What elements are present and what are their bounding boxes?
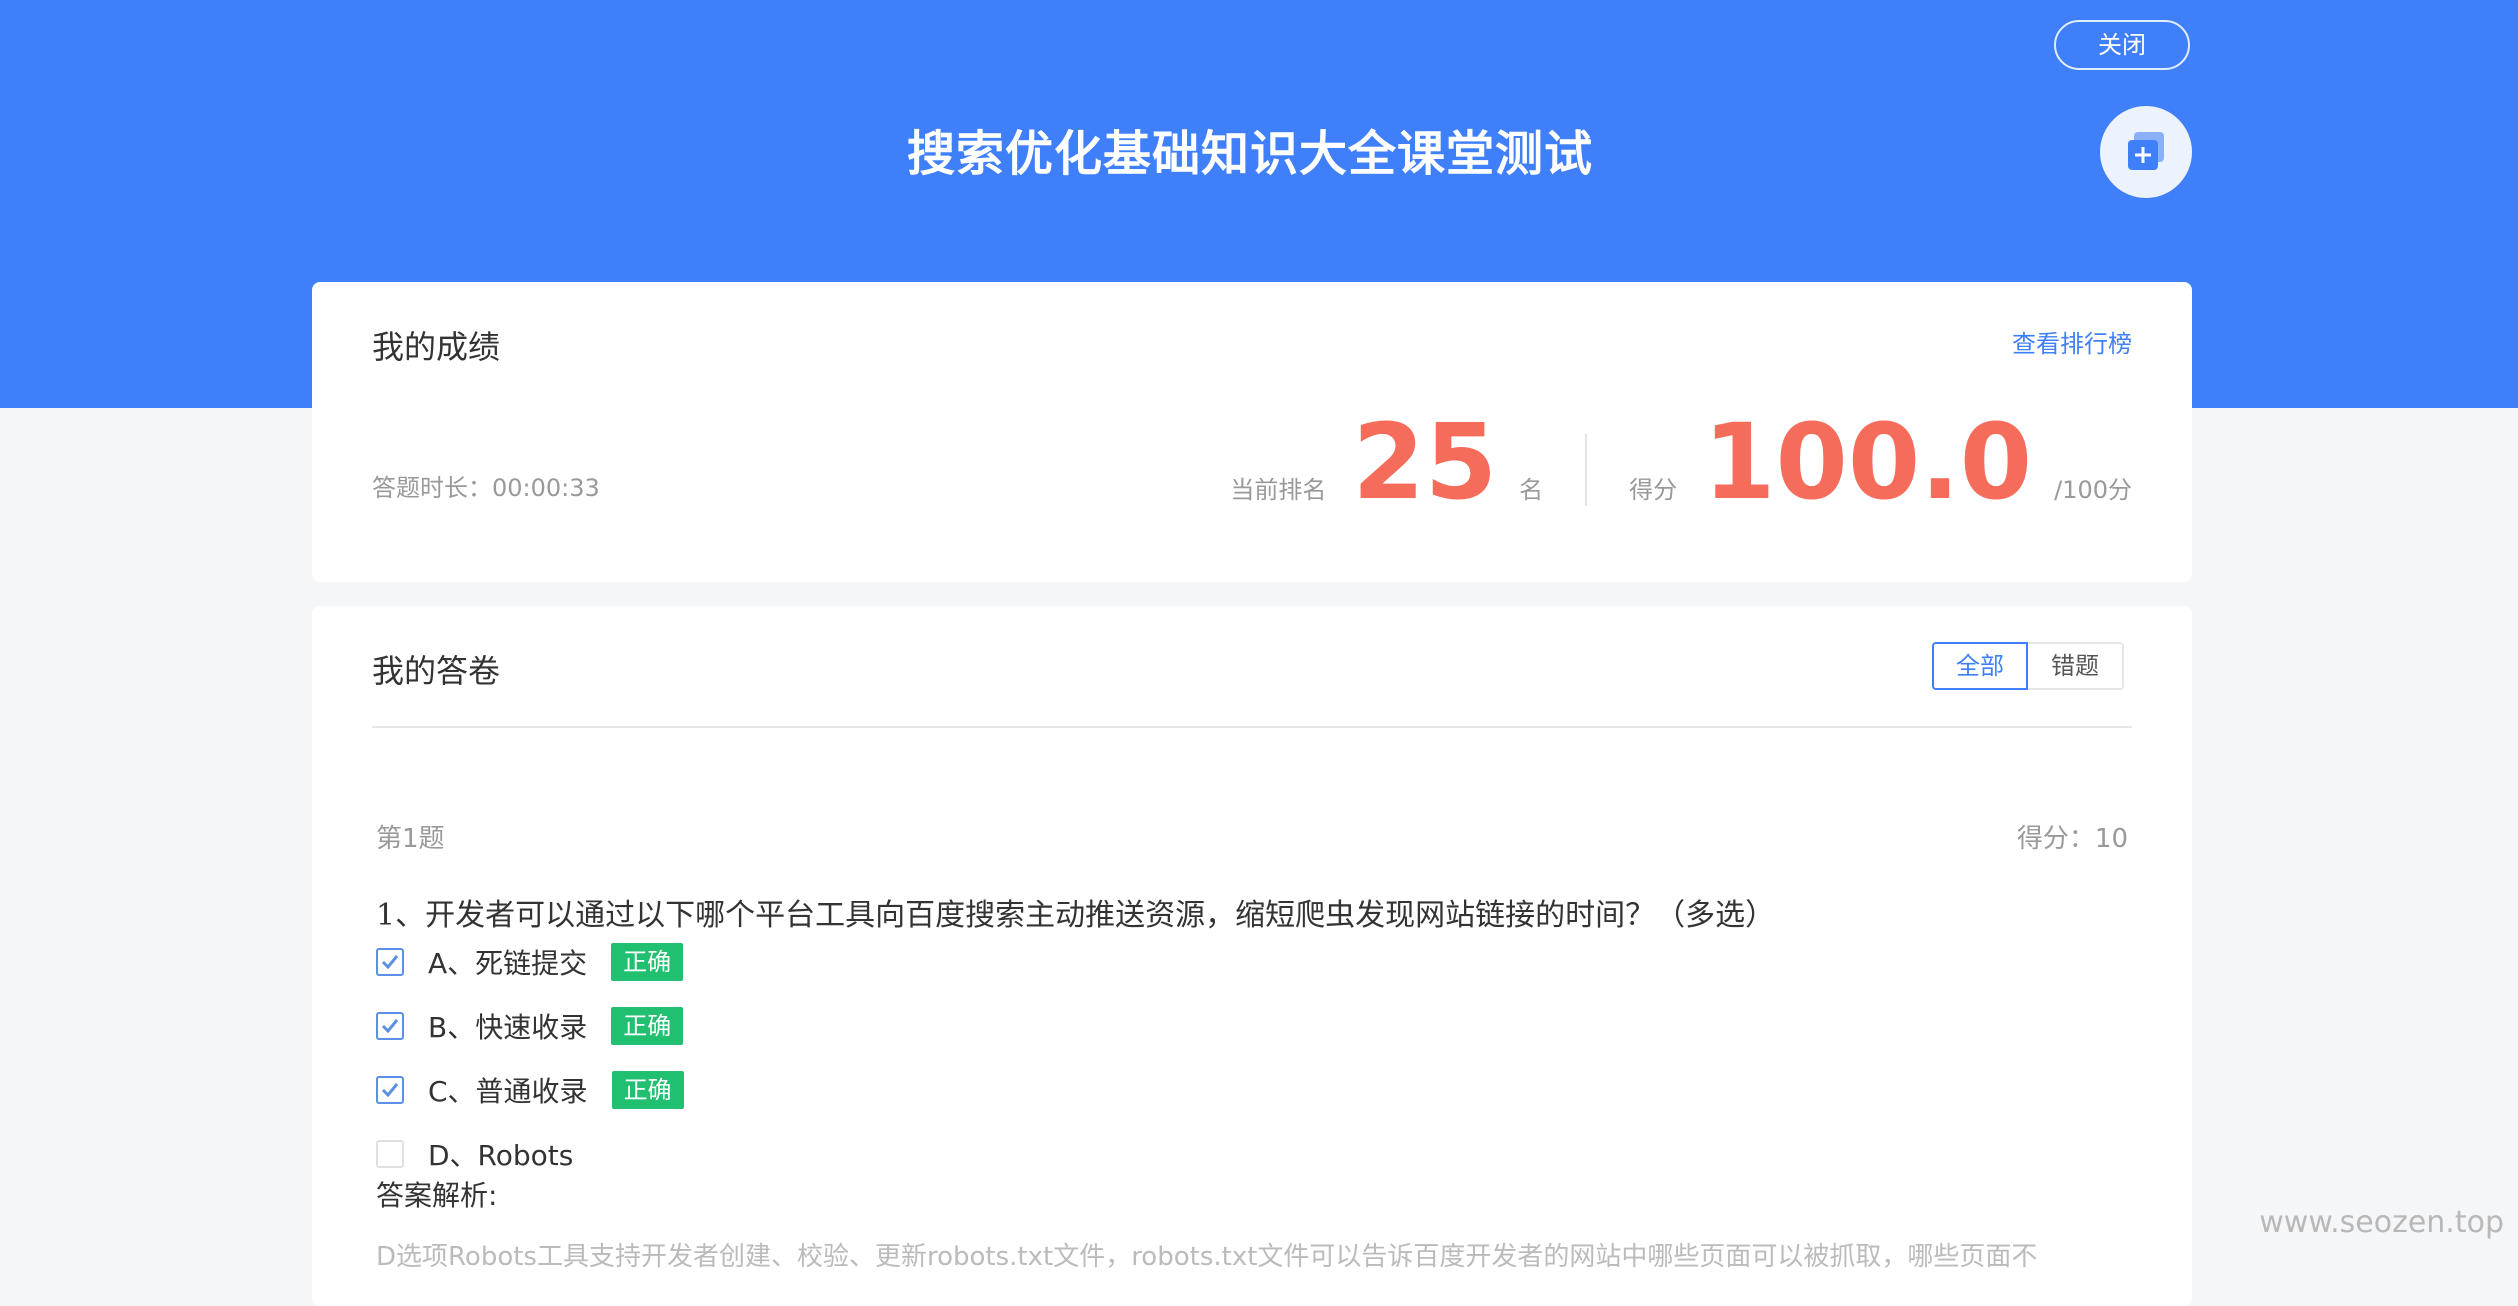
checkmark-icon — [379, 951, 401, 973]
correct-badge: 正确 — [612, 1071, 684, 1109]
answers-card-title: 我的答卷 — [372, 646, 500, 692]
filter-wrong-tab[interactable]: 错题 — [2028, 642, 2124, 690]
answer-duration: 答题时长：00:00:33 — [372, 468, 600, 503]
close-button[interactable]: 关闭 — [2054, 20, 2190, 70]
option-b-label: B、快速收录 — [428, 1006, 587, 1046]
option-a: A、死链提交 正确 — [376, 942, 683, 982]
rank-unit: 名 — [1519, 470, 1543, 505]
watermark: www.seozen.top — [2259, 1205, 2504, 1240]
duration-value: 00:00:33 — [492, 474, 600, 502]
option-b: B、快速收录 正确 — [376, 1006, 683, 1046]
score-total: /100分 — [2054, 470, 2132, 505]
question-text: 1、开发者可以通过以下哪个平台工具向百度搜索主动推送资源，缩短爬虫发现网站链接的… — [376, 890, 1775, 934]
analysis-text: D选项Robots工具支持开发者创建、校验、更新robots.txt文件，rob… — [376, 1236, 2176, 1273]
option-d-checkbox[interactable] — [376, 1140, 404, 1168]
copy-add-button[interactable] — [2100, 106, 2192, 198]
analysis-title: 答案解析: — [376, 1174, 497, 1214]
option-a-checkbox[interactable] — [376, 948, 404, 976]
answer-filter: 全部 错题 — [1932, 642, 2124, 690]
correct-badge: 正确 — [611, 1007, 683, 1045]
option-c-checkbox[interactable] — [376, 1076, 404, 1104]
option-b-checkbox[interactable] — [376, 1012, 404, 1040]
filter-all-tab[interactable]: 全部 — [1932, 642, 2028, 690]
score-value: 100.0 — [1703, 410, 2032, 514]
option-c-label: C、普通收录 — [428, 1070, 588, 1110]
view-leaderboard-link[interactable]: 查看排行榜 — [2012, 324, 2132, 359]
score-summary: 当前排名 25 名 得分 100.0 /100分 — [1230, 410, 2132, 530]
option-c: C、普通收录 正确 — [376, 1070, 684, 1110]
rank-value: 25 — [1352, 410, 1497, 514]
divider — [372, 726, 2132, 728]
option-d: D、Robots — [376, 1134, 573, 1174]
duration-label: 答题时长： — [372, 474, 492, 502]
question-number: 第1题 — [376, 818, 445, 855]
score-divider — [1585, 434, 1587, 506]
score-label: 得分 — [1629, 470, 1677, 505]
checkmark-icon — [379, 1079, 401, 1101]
checkmark-icon — [379, 1015, 401, 1037]
score-card-title: 我的成绩 — [372, 322, 500, 368]
rank-label: 当前排名 — [1230, 470, 1326, 505]
correct-badge: 正确 — [611, 943, 683, 981]
answers-card: 我的答卷 全部 错题 第1题 得分：10 1、开发者可以通过以下哪个平台工具向百… — [312, 606, 2192, 1306]
score-card: 我的成绩 查看排行榜 答题时长：00:00:33 当前排名 25 名 得分 10… — [312, 282, 2192, 582]
option-d-label: D、Robots — [428, 1134, 573, 1174]
option-a-label: A、死链提交 — [428, 942, 587, 982]
copy-add-icon — [2122, 128, 2170, 176]
question-score: 得分：10 — [2017, 818, 2128, 855]
